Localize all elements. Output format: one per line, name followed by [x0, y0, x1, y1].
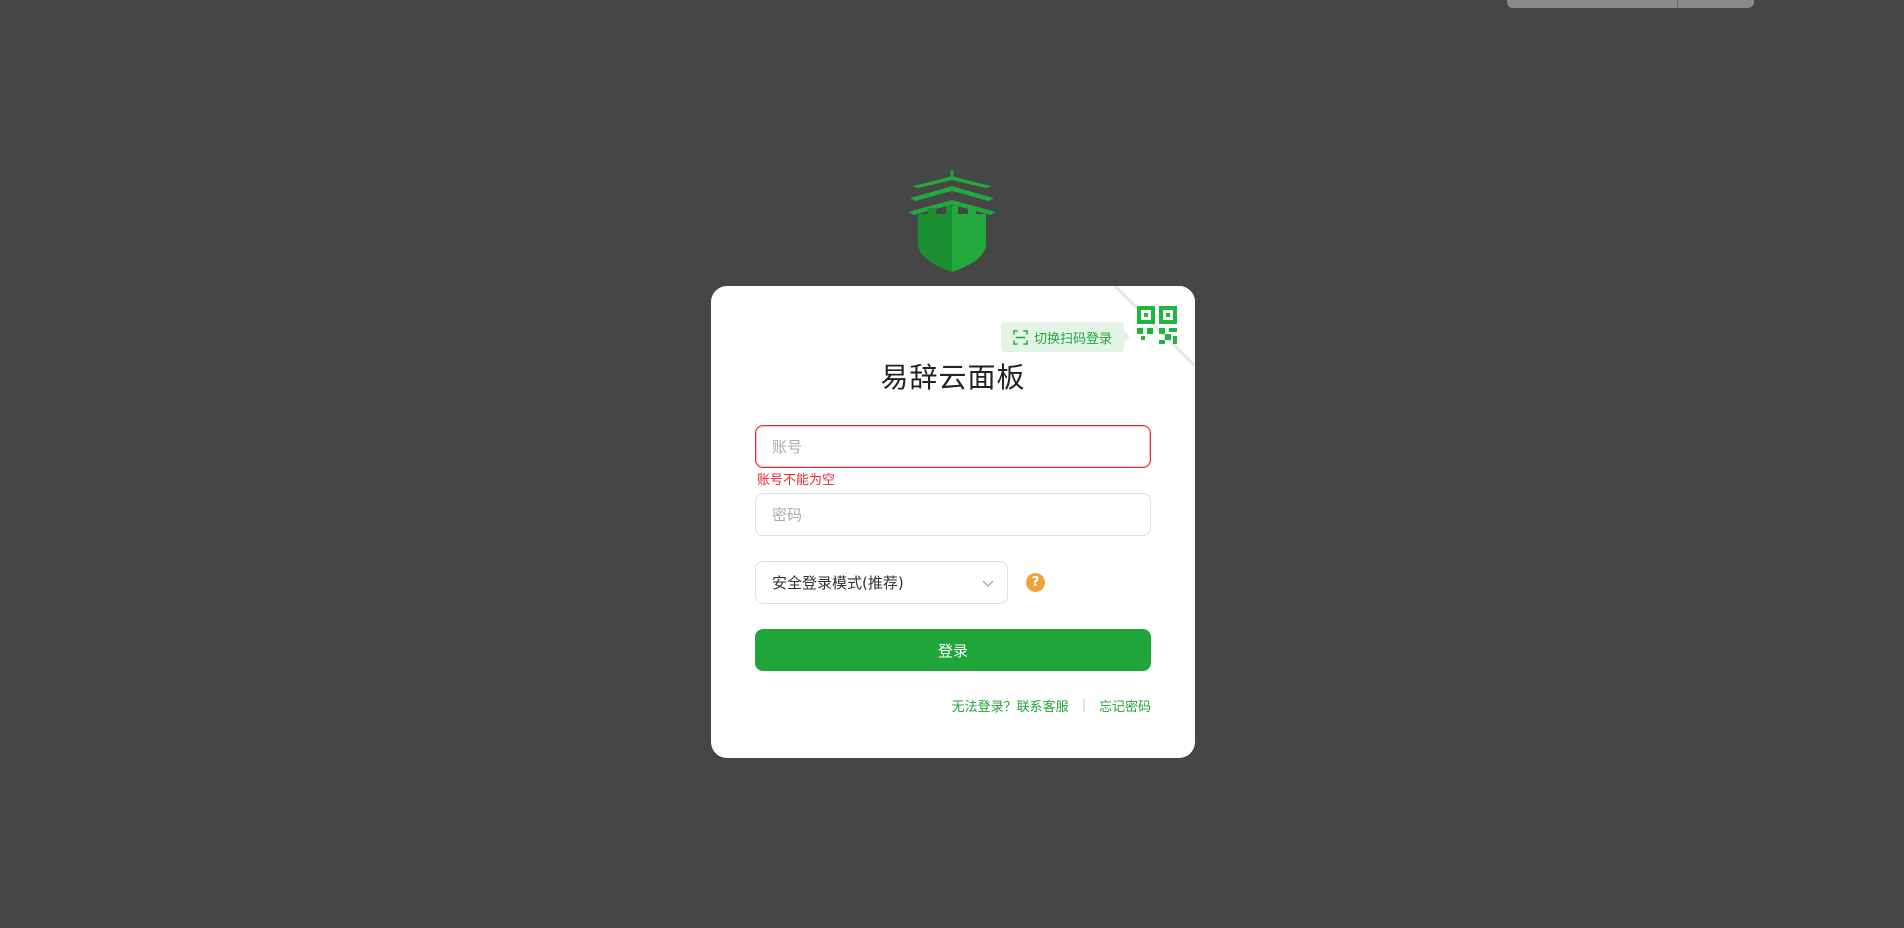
password-input[interactable] — [755, 493, 1151, 536]
login-button[interactable]: 登录 — [755, 629, 1151, 671]
login-card: 切换扫码登录 易辞云面板 账号不能为空 安全登录模式(推荐) ? 登录 无法登录… — [711, 286, 1195, 758]
top-tab — [1507, 0, 1754, 8]
forgot-password-link[interactable]: 忘记密码 — [1099, 696, 1151, 715]
help-icon[interactable]: ? — [1026, 573, 1045, 592]
qr-switch-button[interactable]: 切换扫码登录 — [1001, 322, 1131, 352]
login-mode-select[interactable]: 安全登录模式(推荐) — [755, 561, 1008, 604]
qr-code-icon[interactable] — [1115, 286, 1195, 366]
page-title: 易辞云面板 — [880, 361, 1026, 394]
chevron-down-icon — [982, 580, 994, 587]
account-error-message: 账号不能为空 — [757, 473, 836, 488]
login-mode-value: 安全登录模式(推荐) — [772, 574, 904, 592]
link-separator: | — [1081, 698, 1086, 713]
help-symbol: ? — [1031, 575, 1040, 590]
castle-logo — [908, 170, 996, 272]
help-links: 无法登录？联系客服 | 忘记密码 — [952, 696, 1151, 715]
contact-support-link[interactable]: 无法登录？联系客服 — [952, 696, 1069, 715]
account-input[interactable] — [755, 425, 1151, 468]
qr-switch-label: 切换扫码登录 — [1034, 331, 1113, 347]
scan-icon — [1013, 329, 1028, 345]
